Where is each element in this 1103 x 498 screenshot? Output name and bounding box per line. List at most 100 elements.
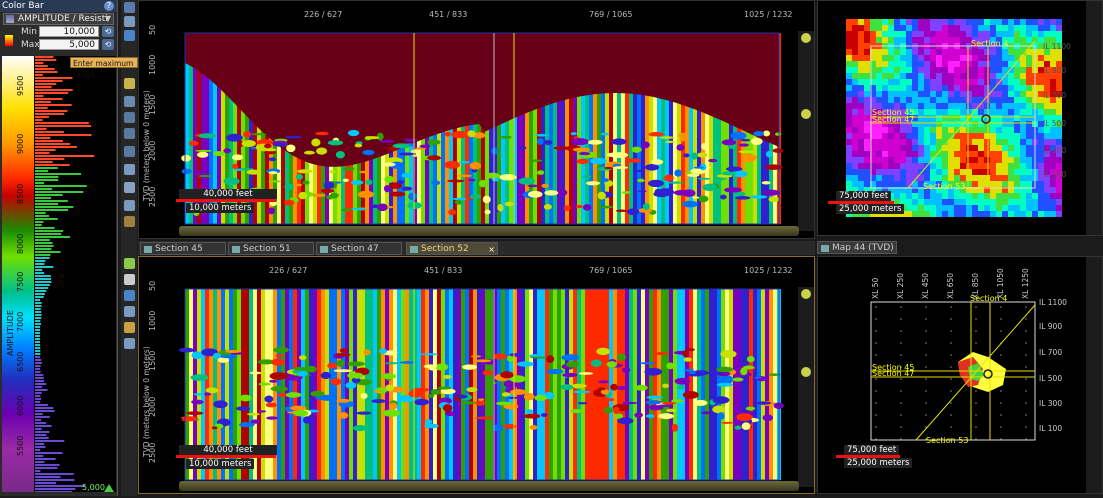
map-scrollbar[interactable] xyxy=(1086,257,1102,493)
zoom-out-icon[interactable] xyxy=(801,367,811,377)
seismic-blob xyxy=(661,401,677,405)
map-cell xyxy=(846,175,852,181)
map-cell xyxy=(888,127,894,133)
tool-icon[interactable] xyxy=(124,274,135,285)
map-cell xyxy=(1002,121,1008,127)
seismic-blob xyxy=(379,139,395,143)
map-cell xyxy=(858,175,864,181)
tab-map-44[interactable]: Map 44 (TVD) xyxy=(817,241,897,254)
ramp-tick: 6000 xyxy=(16,395,25,416)
map-cell xyxy=(924,103,930,109)
il-label: IL 300 xyxy=(1039,399,1062,408)
map-cell xyxy=(1056,19,1062,25)
map-cell xyxy=(918,49,924,55)
close-icon[interactable]: × xyxy=(488,243,495,256)
vertical-scrollbar[interactable] xyxy=(798,287,814,487)
axis-top-label: 769 / 1065 xyxy=(589,266,632,275)
pointer-icon[interactable] xyxy=(124,112,135,123)
map-view-top[interactable]: Section 4 Section 45 Section 47 Section 53 I… xyxy=(817,0,1103,236)
il-label: IL 700 xyxy=(1039,348,1062,357)
zoom-in-icon[interactable] xyxy=(801,289,811,299)
map-cell xyxy=(972,133,978,139)
histogram-bar xyxy=(35,206,74,208)
scale-bar-feet: 75,000 feet xyxy=(844,445,900,455)
map-cell xyxy=(894,145,900,151)
map-cell xyxy=(1008,205,1014,211)
grid-dot xyxy=(900,318,902,320)
seismic-blob xyxy=(676,144,685,151)
chevron-down-icon[interactable]: ▼ xyxy=(105,14,111,24)
layers-icon[interactable] xyxy=(124,164,135,175)
map-cell xyxy=(972,145,978,151)
select-icon[interactable] xyxy=(124,96,135,107)
seismic-blob xyxy=(191,351,203,360)
map-cell xyxy=(846,79,852,85)
histogram-bar xyxy=(35,149,56,151)
horizontal-scrollbar[interactable] xyxy=(179,481,799,491)
grid-dot xyxy=(1000,438,1002,440)
map-cell xyxy=(846,37,852,43)
map-cell xyxy=(882,37,888,43)
zoom-icon[interactable] xyxy=(124,16,135,27)
zoom-in-icon[interactable] xyxy=(124,2,135,13)
map-cell xyxy=(1056,79,1062,85)
histogram-bar xyxy=(35,167,58,169)
map-cell xyxy=(1008,193,1014,199)
attribute-dropdown[interactable]: AMPLITUDE / Resisti ▼ xyxy=(3,13,114,25)
pick-icon[interactable] xyxy=(124,128,135,139)
seismic-blob xyxy=(470,194,482,200)
tool-icon[interactable] xyxy=(124,338,135,349)
seismic-blob xyxy=(627,158,641,163)
map-cell xyxy=(1056,181,1062,187)
seismic-trace xyxy=(429,289,433,480)
triangle-up-icon[interactable] xyxy=(104,484,114,492)
map-cell xyxy=(960,61,966,67)
max-refresh-icon[interactable]: ⟲ xyxy=(102,39,114,50)
map-cell xyxy=(924,145,930,151)
map-display-icon[interactable] xyxy=(124,258,135,269)
section-view-bottom[interactable]: 226 / 627 451 / 833 769 / 1065 1025 / 1232 5… xyxy=(138,256,815,494)
help-icon[interactable]: ? xyxy=(104,1,114,11)
grid-dot xyxy=(1025,330,1027,332)
map-cell xyxy=(918,163,924,169)
pencil-icon[interactable] xyxy=(124,322,135,333)
map-cell xyxy=(978,151,984,157)
vertical-scrollbar[interactable] xyxy=(798,31,814,231)
zoom-out-icon[interactable] xyxy=(801,109,811,119)
tab-section-52[interactable]: Section 52 (TVD) × xyxy=(406,242,498,267)
min-value-field[interactable]: 10,000 xyxy=(39,26,99,37)
min-refresh-icon[interactable]: ⟲ xyxy=(102,26,114,37)
seismic-blob xyxy=(527,190,543,198)
tab-section-45[interactable]: Section 45 (TVD) xyxy=(140,242,226,267)
zoom-in-icon[interactable] xyxy=(801,33,811,43)
tab-section-47[interactable]: Section 47 (TVD) xyxy=(316,242,402,267)
max-value-field[interactable]: 5,000 xyxy=(39,39,99,50)
histogram-bar xyxy=(35,329,41,331)
refresh-icon[interactable] xyxy=(124,30,135,41)
seismic-blob xyxy=(424,419,433,425)
section-view-top[interactable]: 226 / 627 451 / 833 769 / 1065 1025 / 1232 5… xyxy=(138,0,815,239)
display-icon[interactable] xyxy=(124,78,135,89)
map-cell xyxy=(1050,19,1056,25)
draw-icon[interactable] xyxy=(124,200,135,211)
seismic-blob xyxy=(678,132,689,138)
histogram-bar xyxy=(35,89,73,91)
map-cell xyxy=(852,115,858,121)
horizontal-scrollbar[interactable] xyxy=(179,226,799,236)
seismic-blob xyxy=(597,387,606,391)
map-cell xyxy=(852,139,858,145)
map-cell xyxy=(972,199,978,205)
tab-section-51[interactable]: Section 51 (TVD) xyxy=(228,242,314,267)
map-view-bottom[interactable]: XL 50 XL 250 XL 450 XL 650 XL 850 XL 1050 XL 1… xyxy=(817,256,1103,494)
map-cell xyxy=(966,25,972,31)
map-cell xyxy=(936,49,942,55)
tool-icon[interactable] xyxy=(124,306,135,317)
histogram-bar xyxy=(35,62,44,64)
tool-icon[interactable] xyxy=(124,216,135,227)
map-cell xyxy=(984,97,990,103)
ruler-icon[interactable] xyxy=(124,182,135,193)
map-scrollbar[interactable] xyxy=(1086,1,1102,235)
map-cell xyxy=(906,127,912,133)
edit-icon[interactable] xyxy=(124,146,135,157)
square-icon[interactable] xyxy=(124,290,135,301)
